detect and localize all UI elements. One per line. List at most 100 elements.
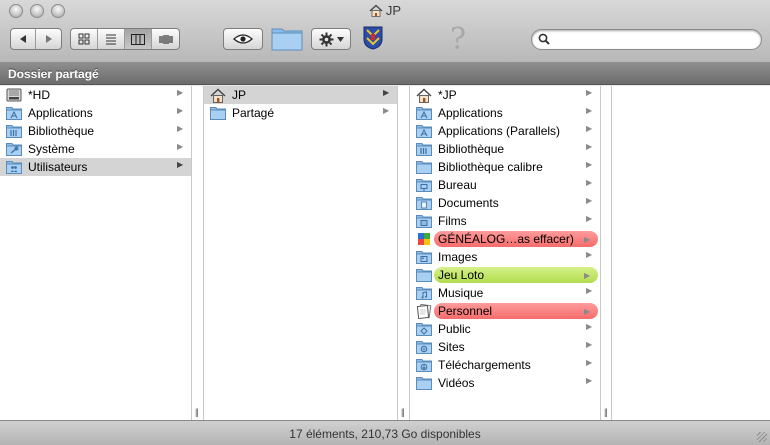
list-item[interactable]: Bureau ▶: [410, 176, 600, 194]
disclosure-arrow-icon: ▶: [586, 376, 593, 385]
list-item[interactable]: Applications (Parallels) ▶: [410, 122, 600, 140]
list-item-label: Utilisateurs: [28, 160, 88, 174]
list-item-content: Bureau ▶: [438, 178, 600, 192]
search-field[interactable]: [531, 29, 762, 50]
list-item-content: Applications ▶: [28, 106, 191, 120]
status-text: 17 éléments, 210,73 Go disponibles: [289, 427, 481, 441]
search-input[interactable]: [554, 32, 754, 47]
disclosure-arrow-icon: ▶: [586, 340, 593, 349]
list-item-label: Bibliothèque: [438, 142, 505, 156]
column-1-resizer[interactable]: ||: [192, 86, 204, 420]
list-item[interactable]: Applications ▶: [0, 104, 191, 122]
crest-app-icon[interactable]: [363, 26, 383, 53]
sites-folder-icon: [416, 339, 432, 355]
column-view-icon: [131, 33, 145, 45]
folder-icon: [416, 159, 432, 175]
list-item[interactable]: Images ▶: [410, 248, 600, 266]
coverflow-view-button[interactable]: [152, 29, 179, 49]
list-item[interactable]: Sites ▶: [410, 338, 600, 356]
folder-icon: [416, 375, 432, 391]
folder-icon: [210, 105, 226, 121]
column-view-button[interactable]: [125, 29, 152, 49]
documents-folder-icon: [416, 195, 432, 211]
new-folder-button[interactable]: [271, 25, 303, 54]
column-3[interactable]: *JP ▶ Applications ▶ Applications (Parallels…: [410, 86, 601, 420]
genealogy-app-icon: [416, 231, 432, 247]
applications-folder-icon: [416, 105, 432, 121]
list-item[interactable]: Partagé ▶: [204, 104, 397, 122]
list-item[interactable]: JP ▶: [204, 86, 397, 104]
forward-button[interactable]: [36, 29, 61, 49]
list-item-content: Bibliothèque ▶: [28, 124, 191, 138]
list-item[interactable]: Applications ▶: [410, 104, 600, 122]
list-item-label: Jeu Loto: [438, 268, 485, 282]
list-item[interactable]: GÉNÉALOG…as effacer) ▶: [410, 230, 600, 248]
back-button[interactable]: [11, 29, 36, 49]
list-item[interactable]: Bibliothèque ▶: [410, 140, 600, 158]
gear-icon: [319, 32, 333, 46]
forward-arrow-icon: [45, 35, 52, 43]
disclosure-arrow-icon: ▶: [177, 160, 184, 169]
list-item-label: Personnel: [438, 304, 493, 318]
users-folder-icon: [6, 159, 22, 175]
list-item[interactable]: Public ▶: [410, 320, 600, 338]
resize-handle-icon[interactable]: ||: [604, 407, 608, 417]
disclosure-arrow-icon: ▶: [586, 178, 593, 187]
resize-handle-icon[interactable]: ||: [401, 407, 405, 417]
action-menu-button[interactable]: [311, 28, 351, 50]
column-3-resizer[interactable]: ||: [601, 86, 612, 420]
disclosure-arrow-icon: ▶: [383, 106, 390, 115]
list-item-label: JP: [232, 88, 247, 102]
column-2-resizer[interactable]: ||: [398, 86, 410, 420]
downloads-folder-icon: [416, 357, 432, 373]
back-forward-control: [10, 28, 62, 50]
list-view-button[interactable]: [98, 29, 125, 49]
list-item-label: Système: [28, 142, 75, 156]
list-item[interactable]: Personnel ▶: [410, 302, 600, 320]
disclosure-arrow-icon: ▶: [586, 106, 593, 115]
disclosure-arrow-icon: ▶: [584, 270, 591, 280]
home-icon: [369, 4, 383, 20]
column-2[interactable]: JP ▶ Partagé ▶: [204, 86, 398, 420]
list-item[interactable]: *JP ▶: [410, 86, 600, 104]
library-folder-icon: [6, 123, 22, 139]
list-item[interactable]: Téléchargements ▶: [410, 356, 600, 374]
document-stack-icon: [416, 303, 432, 319]
list-item-label: Vidéos: [438, 376, 475, 390]
list-item-label: Téléchargements: [438, 358, 531, 372]
column-browser: *HD ▶ Applications ▶ Bibliothèque ▶ Système ▶ Ut…: [0, 86, 770, 420]
list-item-label: Musique: [438, 286, 484, 300]
list-item[interactable]: Musique ▶: [410, 284, 600, 302]
list-item[interactable]: Utilisateurs ▶: [0, 158, 191, 176]
path-title: Dossier partagé: [8, 67, 99, 81]
list-item[interactable]: Bibliothèque calibre ▶: [410, 158, 600, 176]
folder-icon: [271, 28, 303, 51]
folder-icon: [416, 267, 432, 283]
icon-view-button[interactable]: [71, 29, 98, 49]
resize-handle-icon[interactable]: ||: [195, 407, 199, 417]
status-bar: 17 éléments, 210,73 Go disponibles: [0, 420, 770, 445]
desktop-folder-icon: [416, 177, 432, 193]
help-icon[interactable]: ?: [450, 22, 466, 57]
column-1[interactable]: *HD ▶ Applications ▶ Bibliothèque ▶ Système ▶ Ut…: [0, 86, 192, 420]
hard-disk-icon: [6, 87, 22, 103]
list-item[interactable]: Vidéos ▶: [410, 374, 600, 392]
list-item[interactable]: Documents ▶: [410, 194, 600, 212]
window-resize-grip[interactable]: [757, 432, 767, 442]
icon-view-icon: [78, 33, 90, 45]
disclosure-arrow-icon: ▶: [177, 106, 184, 115]
view-mode-control: [70, 28, 180, 50]
back-arrow-icon: [20, 35, 26, 43]
disclosure-arrow-icon: ▶: [177, 88, 184, 97]
list-item[interactable]: Système ▶: [0, 140, 191, 158]
list-item[interactable]: *HD ▶: [0, 86, 191, 104]
quick-look-button[interactable]: [223, 28, 263, 50]
list-item[interactable]: Films ▶: [410, 212, 600, 230]
list-item-content: Applications (Parallels) ▶: [438, 124, 600, 138]
applications-folder-icon: [416, 123, 432, 139]
list-item[interactable]: Jeu Loto ▶: [410, 266, 600, 284]
list-item[interactable]: Bibliothèque ▶: [0, 122, 191, 140]
library-folder-icon: [416, 141, 432, 157]
list-item-content: Films ▶: [438, 214, 600, 228]
finder-window: JP ? Dossier partagé *HD ▶ Applications …: [0, 0, 770, 445]
